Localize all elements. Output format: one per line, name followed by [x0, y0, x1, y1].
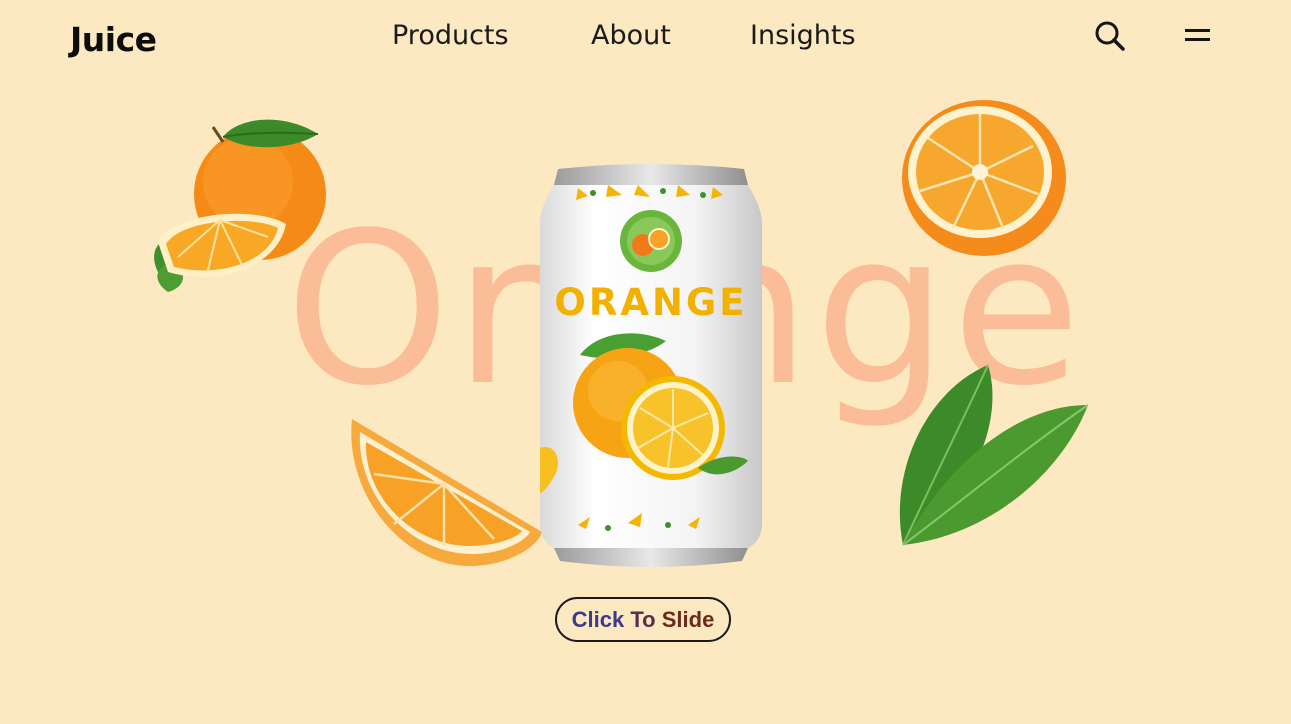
orange-with-slice-image: [138, 112, 333, 307]
brand-logo[interactable]: Juice: [70, 20, 157, 59]
click-to-slide-button[interactable]: Click To Slide: [555, 597, 731, 642]
search-icon[interactable]: [1094, 20, 1126, 52]
nav-about-link[interactable]: About: [591, 20, 671, 51]
orange-half-image: [898, 96, 1070, 269]
menu-icon[interactable]: [1184, 26, 1212, 46]
leaves-image: [893, 360, 1093, 555]
orange-juice-can-image: ORANGE: [538, 163, 764, 578]
can-label: ORANGE: [554, 281, 747, 324]
cta-word-slide: Slide: [661, 606, 715, 632]
cta-word-click: Click: [571, 606, 631, 632]
cta-word-to: To: [630, 606, 662, 632]
orange-wedge-image: [344, 414, 544, 579]
nav-insights-link[interactable]: Insights: [750, 20, 856, 51]
nav-products-link[interactable]: Products: [392, 20, 509, 51]
